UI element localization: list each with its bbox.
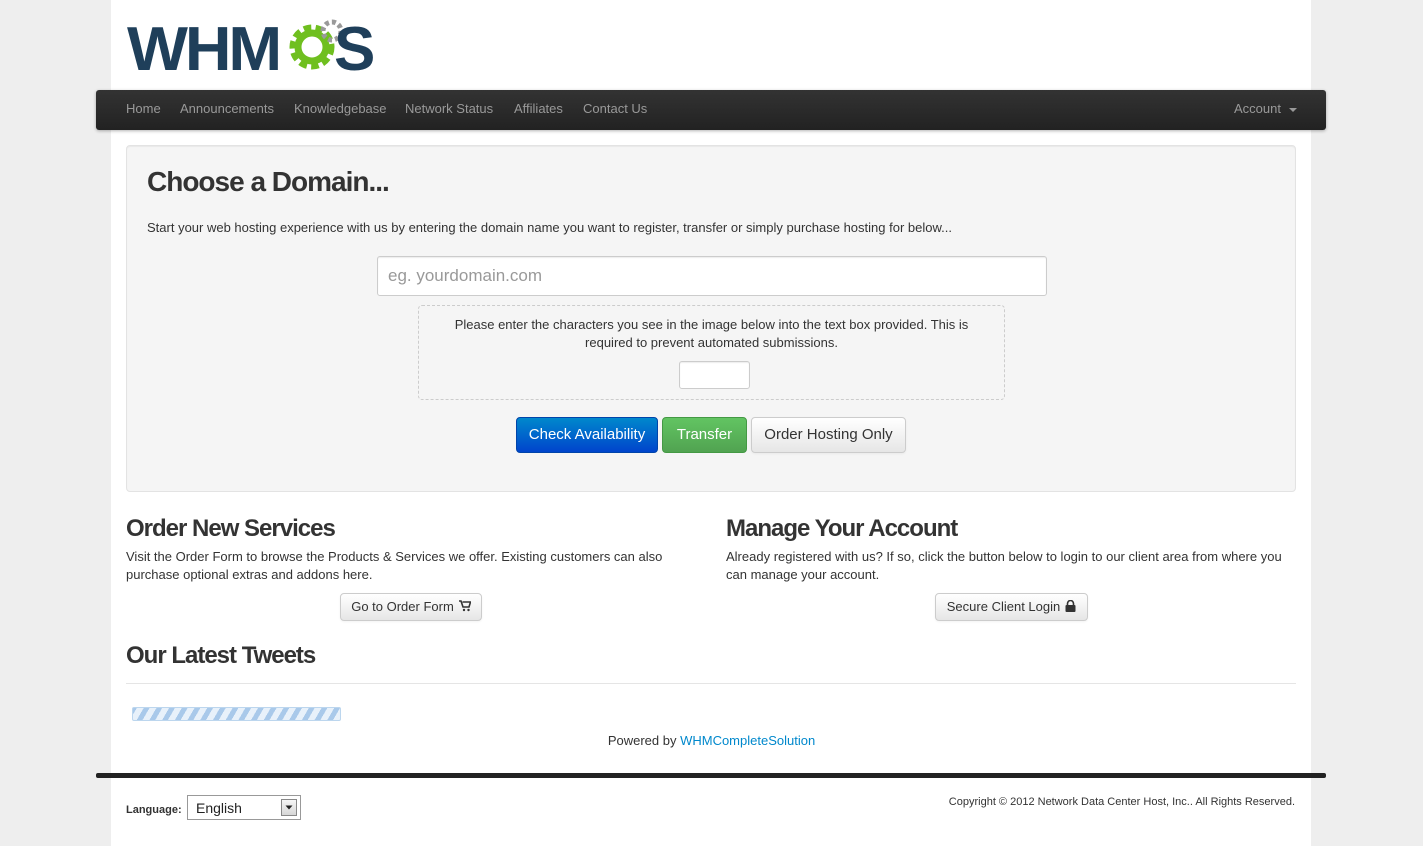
nav-account-label: Account bbox=[1234, 101, 1281, 116]
choose-domain-intro: Start your web hosting experience with u… bbox=[147, 220, 952, 235]
captcha-instructions: Please enter the characters you see in t… bbox=[454, 317, 969, 350]
captcha-box: Please enter the characters you see in t… bbox=[418, 305, 1005, 400]
logo-graphic: WHM S bbox=[127, 15, 375, 84]
order-services-text: Visit the Order Form to browse the Produ… bbox=[126, 549, 663, 582]
secure-client-login-button[interactable]: Secure Client Login bbox=[935, 593, 1088, 621]
order-form-button-label: Go to Order Form bbox=[351, 599, 454, 614]
nav-account-dropdown[interactable]: Account bbox=[1234, 90, 1297, 130]
nav-home[interactable]: Home bbox=[126, 90, 161, 130]
nav-contact-us[interactable]: Contact Us bbox=[583, 90, 647, 130]
go-to-order-form-button[interactable]: Go to Order Form bbox=[340, 593, 482, 621]
nav-knowledgebase[interactable]: Knowledgebase bbox=[294, 90, 387, 130]
nav-network-status[interactable]: Network Status bbox=[405, 90, 493, 130]
check-availability-button[interactable]: Check Availability bbox=[516, 417, 658, 453]
whmcs-logo[interactable]: WHM S bbox=[127, 15, 377, 84]
language-label: Language: bbox=[126, 804, 182, 816]
latest-tweets-title: Our Latest Tweets bbox=[126, 642, 316, 669]
lock-icon bbox=[1065, 600, 1076, 612]
powered-by-prefix: Powered by bbox=[607, 733, 681, 748]
manage-account-text: Already registered with us? If so, click… bbox=[726, 549, 1282, 582]
language-select[interactable]: English bbox=[187, 795, 301, 820]
domain-search-input[interactable] bbox=[377, 256, 1047, 296]
language-value: English bbox=[196, 800, 242, 816]
powered-by: Powered by WHMCompleteSolution bbox=[0, 733, 1423, 748]
triangle-down-icon bbox=[285, 805, 293, 810]
client-login-button-label: Secure Client Login bbox=[946, 599, 1061, 614]
manage-account-title: Manage Your Account bbox=[726, 515, 958, 542]
order-services-title: Order New Services bbox=[126, 515, 336, 542]
whmcs-link[interactable]: WHMCompleteSolution bbox=[680, 733, 815, 748]
footer-bar bbox=[96, 773, 1326, 778]
top-navbar: Home Announcements Knowledgebase Network… bbox=[96, 90, 1326, 130]
copyright-text: Copyright © 2012 Network Data Center Hos… bbox=[948, 796, 1295, 808]
shopping-cart-icon bbox=[458, 600, 471, 612]
choose-domain-title: Choose a Domain... bbox=[147, 166, 390, 197]
order-hosting-only-button[interactable]: Order Hosting Only bbox=[751, 417, 906, 453]
svg-text:S: S bbox=[334, 16, 375, 74]
tweets-loading-bar bbox=[132, 707, 341, 721]
transfer-button[interactable]: Transfer bbox=[662, 417, 747, 453]
caret-down-icon bbox=[1288, 107, 1297, 112]
choose-domain-panel: Choose a Domain... Start your web hostin… bbox=[126, 145, 1296, 492]
svg-text:WHM: WHM bbox=[127, 16, 279, 74]
tweets-divider bbox=[126, 683, 1296, 684]
nav-affiliates[interactable]: Affiliates bbox=[514, 90, 563, 130]
captcha-input[interactable] bbox=[679, 361, 750, 389]
dropdown-arrow-icon[interactable] bbox=[281, 799, 297, 816]
nav-announcements[interactable]: Announcements bbox=[180, 90, 274, 130]
